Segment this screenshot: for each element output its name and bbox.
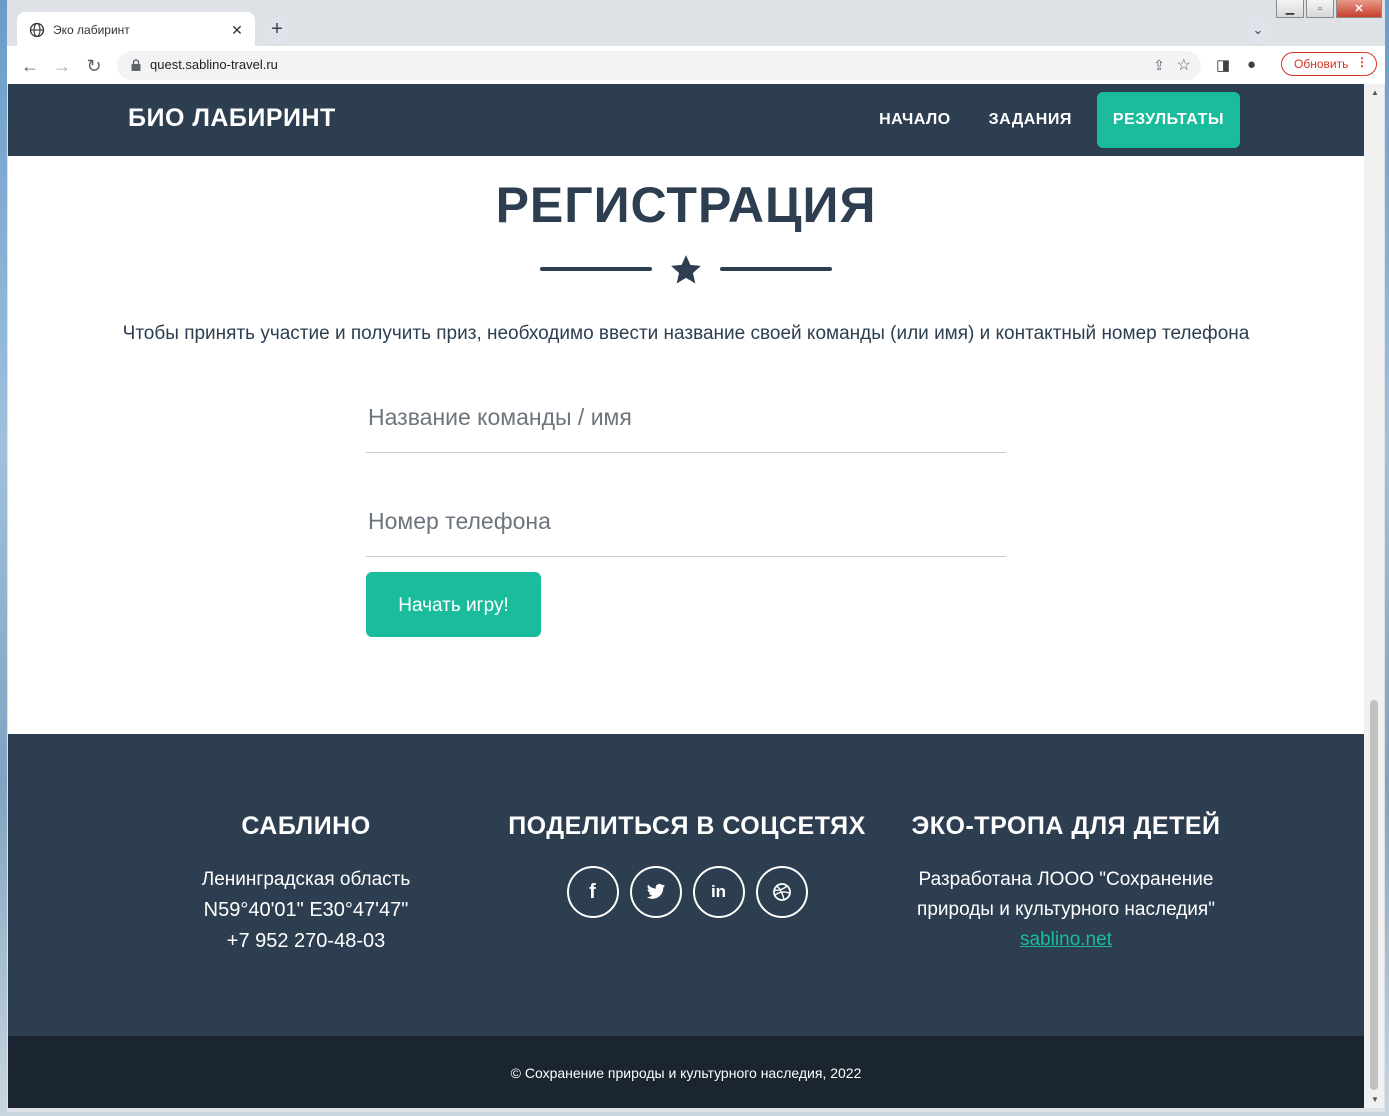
footer-col-about: ЭКО-ТРОПА ДЛЯ ДЕТЕЙ Разработана ЛООО "Со…: [906, 812, 1226, 955]
title-divider: [540, 253, 832, 289]
browser-window: ▁ ▫ ✕ Эко лабиринт ✕ + ⌄ ← → ↻ quest.sab…: [7, 0, 1385, 1112]
page-title: РЕГИСТРАЦИЯ: [495, 177, 877, 233]
site-footer: САБЛИНО Ленинградская область N59°40'01"…: [8, 734, 1364, 1036]
footer-coordinates: N59°40'01" E30°47'47": [203, 899, 409, 921]
bookmark-star-icon[interactable]: ☆: [1177, 55, 1191, 75]
nav-link-tasks[interactable]: ЗАДАНИЯ: [970, 92, 1091, 148]
start-game-button[interactable]: Начать игру!: [366, 572, 541, 637]
tab-title: Эко лабиринт: [53, 22, 130, 37]
footer-about-line2: природы и культурного наследия": [917, 899, 1215, 920]
site-brand[interactable]: БИО ЛАБИРИНТ: [128, 104, 336, 133]
footer-about-line1: Разработана ЛООО "Сохранение: [918, 869, 1214, 890]
footer-region: Ленинградская область: [201, 869, 411, 890]
side-panel-icon[interactable]: ◨: [1216, 56, 1230, 74]
browser-tab[interactable]: Эко лабиринт ✕: [17, 12, 255, 47]
close-tab-icon[interactable]: ✕: [229, 22, 245, 38]
dribbble-icon[interactable]: [755, 866, 808, 918]
nav-links: НАЧАЛО ЗАДАНИЯ РЕЗУЛЬТАТЫ: [860, 92, 1240, 148]
address-bar[interactable]: quest.sablino-travel.ru ⇪ ☆: [117, 51, 1201, 80]
registration-intro: Чтобы принять участие и получить приз, н…: [122, 323, 1250, 344]
footer-location-title: САБЛИНО: [241, 812, 371, 840]
tab-search-button[interactable]: ⌄: [1245, 17, 1271, 43]
scrollbar-thumb[interactable]: [1370, 700, 1378, 1090]
divider-line-left: [540, 267, 652, 271]
linkedin-icon[interactable]: in: [692, 866, 745, 918]
back-button[interactable]: ←: [19, 55, 41, 77]
share-icon[interactable]: ⇪: [1153, 57, 1165, 74]
site-navbar: БИО ЛАБИРИНТ НАЧАЛО ЗАДАНИЯ РЕЗУЛЬТАТЫ: [8, 84, 1364, 156]
update-button[interactable]: Обновить ⋮: [1281, 52, 1377, 76]
copyright-bar: © Сохранение природы и культурного насле…: [8, 1036, 1364, 1108]
nav-link-start[interactable]: НАЧАЛО: [860, 92, 970, 148]
url-text: quest.sablino-travel.ru: [150, 57, 278, 72]
menu-dots-icon[interactable]: ⋮: [1356, 55, 1368, 69]
star-icon: [671, 255, 701, 284]
tab-strip: Эко лабиринт ✕ + ⌄: [7, 0, 1385, 47]
team-name-input[interactable]: [366, 404, 1010, 431]
page-scrollbar[interactable]: ▲ ▼: [1364, 84, 1384, 1108]
globe-icon: [29, 22, 45, 37]
forward-button[interactable]: →: [51, 55, 73, 77]
divider-line-right: [720, 267, 832, 271]
lock-icon: [131, 59, 141, 71]
facebook-icon[interactable]: f: [566, 866, 619, 918]
footer-phone: +7 952 270-48-03: [226, 930, 386, 952]
reload-button[interactable]: ↻: [83, 55, 105, 77]
profile-icon[interactable]: ●: [1247, 56, 1256, 73]
new-tab-button[interactable]: +: [264, 17, 290, 43]
social-links: f in: [502, 866, 872, 918]
phone-input[interactable]: [366, 508, 1010, 535]
footer-site-link[interactable]: sablino.net: [1020, 929, 1112, 950]
browser-toolbar: ← → ↻ quest.sablino-travel.ru ⇪ ☆ ◨ ● Об…: [7, 46, 1385, 84]
footer-col-location: САБЛИНО Ленинградская область N59°40'01"…: [156, 812, 456, 957]
scroll-down-arrow-icon[interactable]: ▼: [1371, 1095, 1379, 1104]
scroll-up-arrow-icon[interactable]: ▲: [1371, 88, 1379, 97]
nav-link-results[interactable]: РЕЗУЛЬТАТЫ: [1096, 92, 1240, 148]
phone-field-wrap: [366, 496, 1010, 557]
footer-about-title: ЭКО-ТРОПА ДЛЯ ДЕТЕЙ: [911, 812, 1221, 840]
footer-social-title: ПОДЕЛИТЬСЯ В СОЦСЕТЯХ: [508, 812, 866, 840]
team-name-field-wrap: [366, 392, 1010, 453]
update-label: Обновить: [1294, 57, 1349, 71]
twitter-icon[interactable]: [629, 866, 682, 918]
footer-col-social: ПОДЕЛИТЬСЯ В СОЦСЕТЯХ f in: [502, 812, 872, 918]
page-viewport: БИО ЛАБИРИНТ НАЧАЛО ЗАДАНИЯ РЕЗУЛЬТАТЫ Р…: [8, 84, 1364, 1108]
